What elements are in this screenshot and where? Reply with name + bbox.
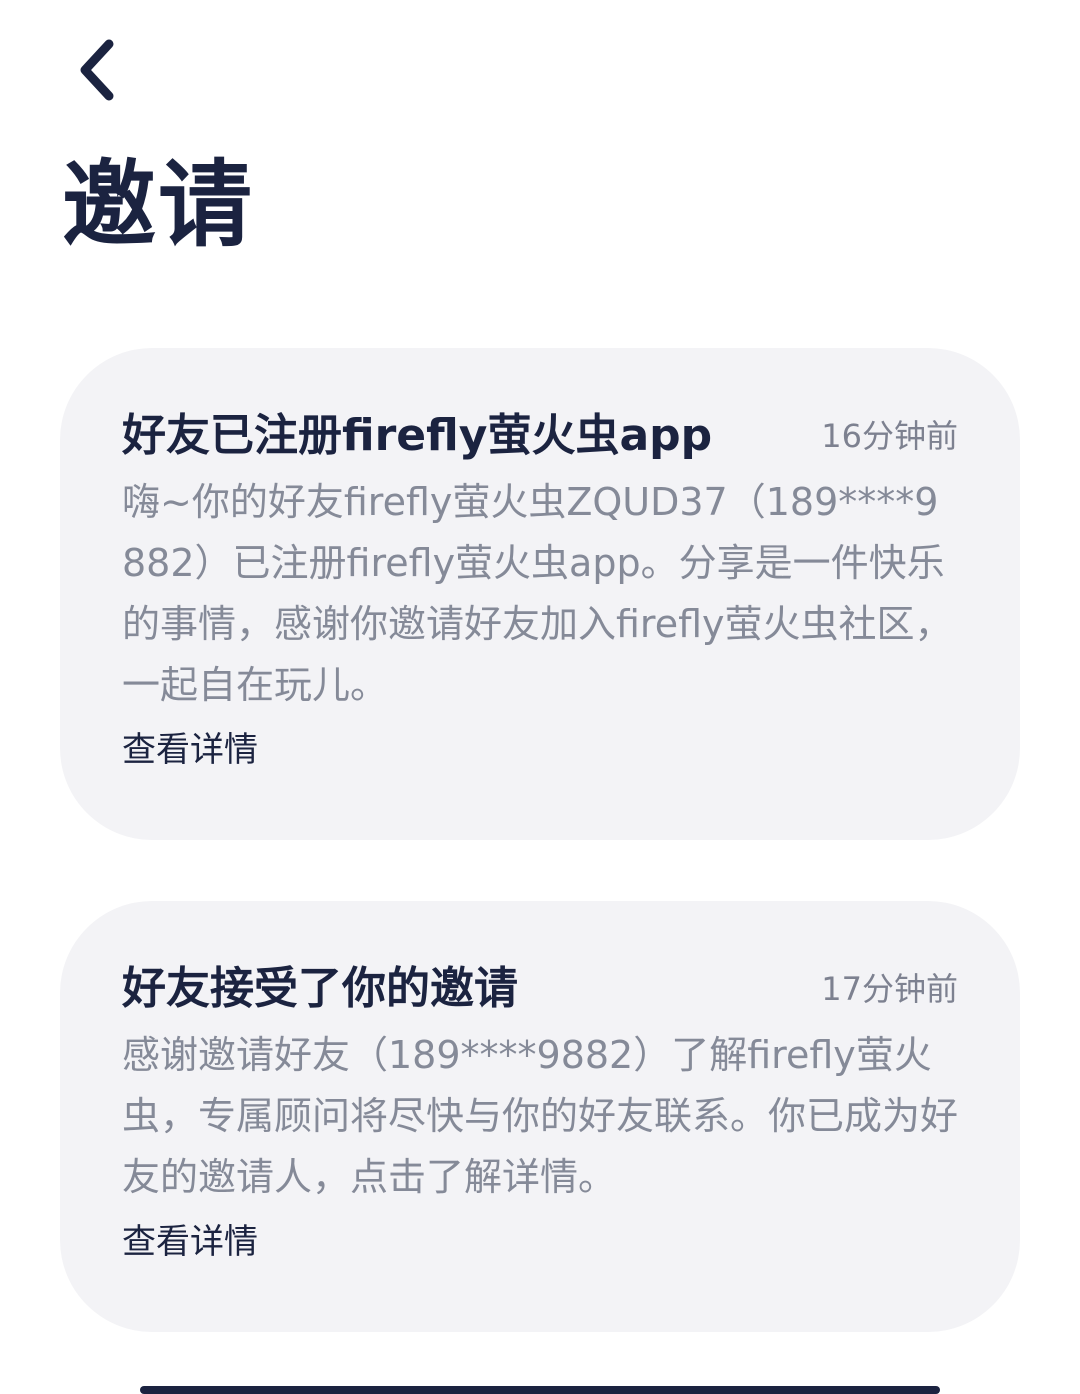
chevron-left-icon [77, 38, 117, 102]
message-header: 好友已注册firefly萤火虫app 16分钟前 [122, 406, 958, 466]
message-header: 好友接受了你的邀请 17分钟前 [122, 959, 958, 1019]
view-details-link[interactable]: 查看详情 [122, 1214, 258, 1270]
message-title: 好友接受了你的邀请 [122, 963, 518, 1014]
message-time: 16分钟前 [821, 417, 958, 455]
message-time: 17分钟前 [821, 970, 958, 1008]
view-details-link[interactable]: 查看详情 [122, 722, 258, 778]
message-body: 感谢邀请好友（189****9882）了解firefly萤火虫，专属顾问将尽快与… [122, 1033, 959, 1199]
page-title: 邀请 [62, 151, 255, 260]
message-card[interactable]: 好友已注册firefly萤火虫app 16分钟前 嗨~你的好友firefly萤火… [60, 348, 1020, 840]
message-body: 嗨~你的好友firefly萤火虫ZQUD37（189****9882）已注册fi… [122, 480, 953, 707]
home-indicator [140, 1386, 940, 1394]
message-title: 好友已注册firefly萤火虫app [122, 410, 713, 461]
back-button[interactable] [62, 30, 132, 110]
message-card[interactable]: 好友接受了你的邀请 17分钟前 感谢邀请好友（189****9882）了解fir… [60, 901, 1020, 1332]
